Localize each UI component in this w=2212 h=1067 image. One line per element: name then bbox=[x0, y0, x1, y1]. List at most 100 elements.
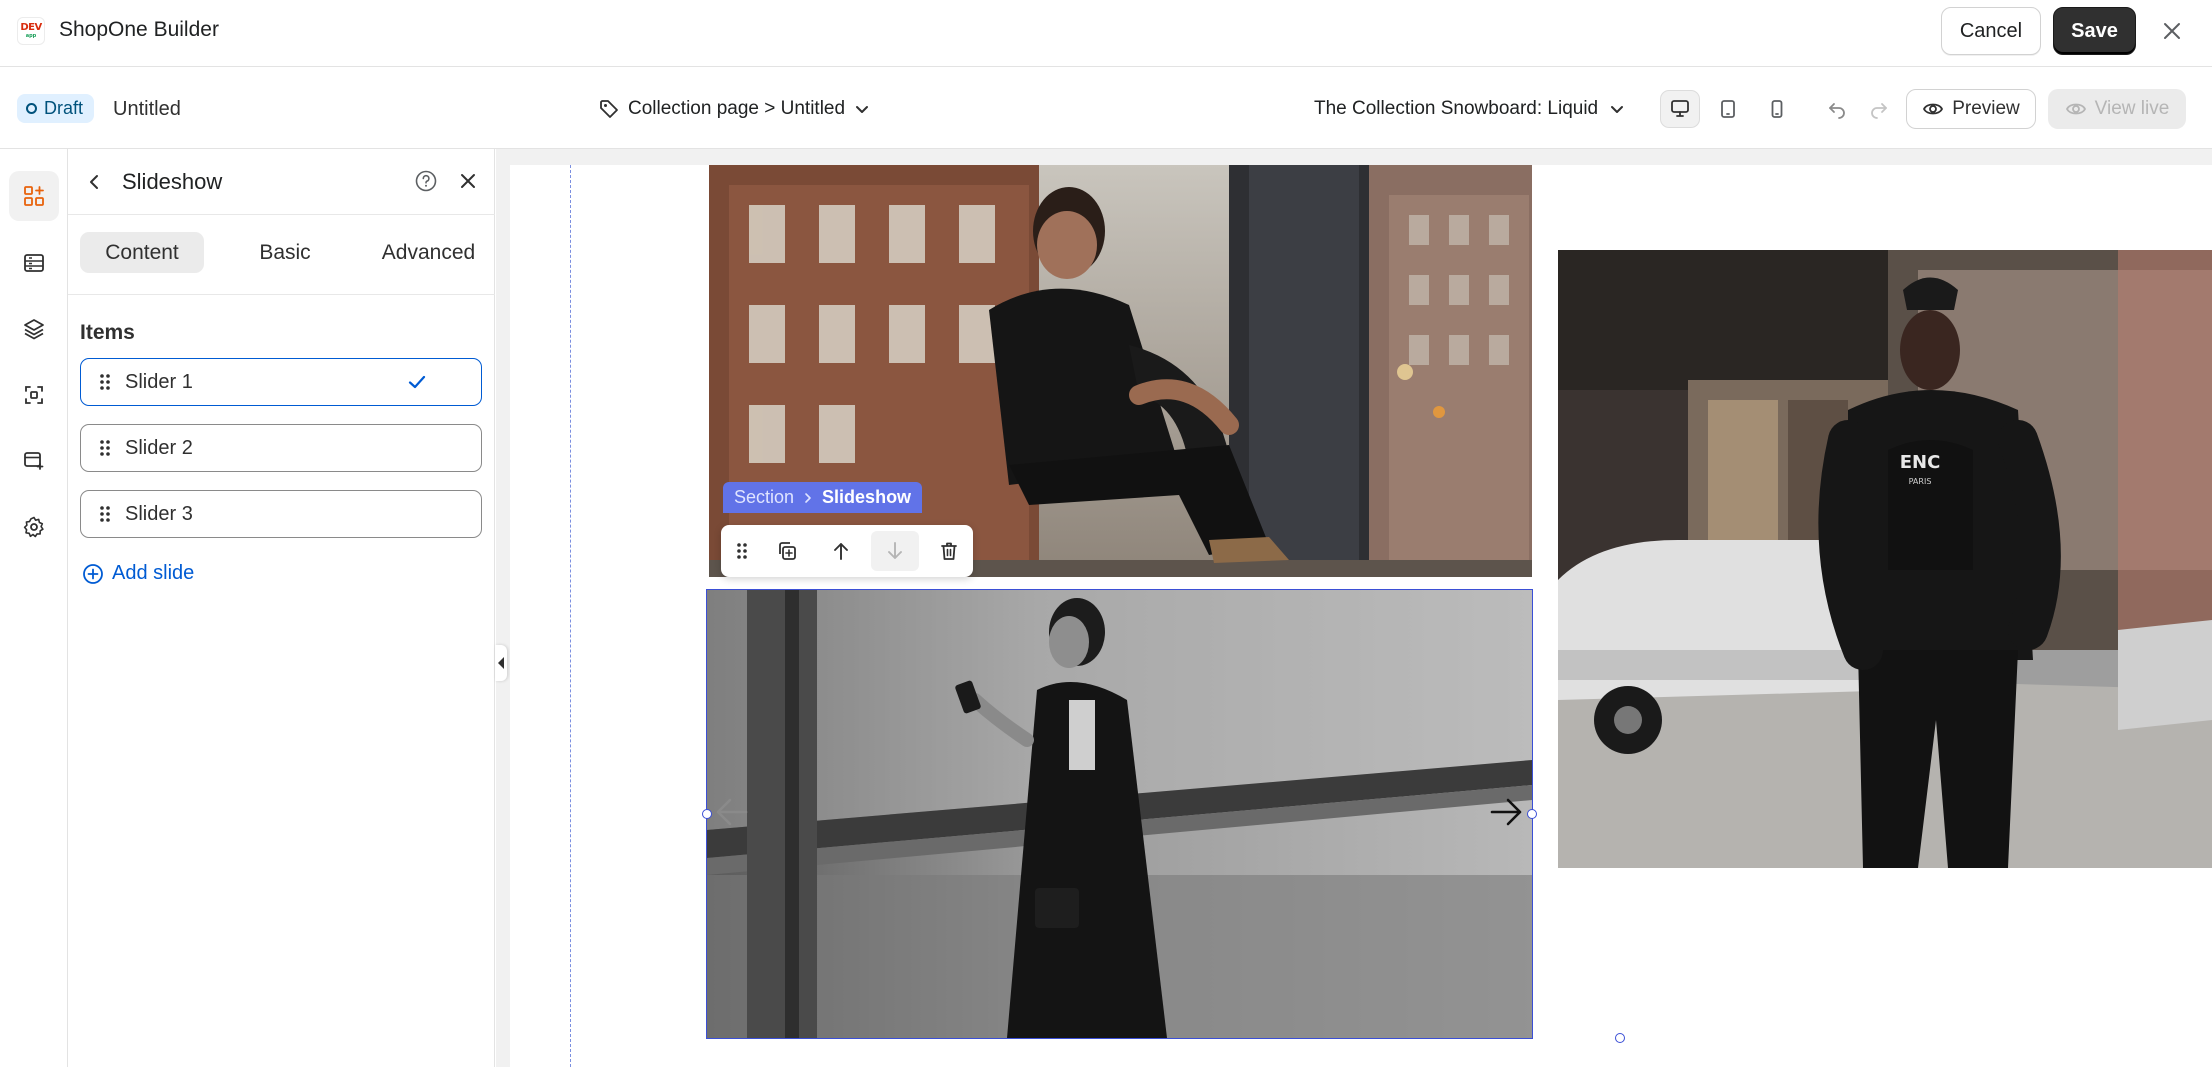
breadcrumb-parent[interactable]: Section bbox=[734, 487, 794, 508]
arrow-left-icon bbox=[714, 794, 750, 830]
undo-icon bbox=[1827, 99, 1847, 119]
add-circle-icon bbox=[82, 563, 104, 585]
arrow-right-icon bbox=[1488, 794, 1524, 830]
preview-canvas: ENC PARIS Section Slideshow bbox=[510, 165, 2212, 1067]
slide-item[interactable]: Slider 3 bbox=[80, 490, 482, 538]
close-icon[interactable] bbox=[2157, 16, 2187, 46]
slideshow-prev-button[interactable] bbox=[710, 790, 754, 834]
rail-add-section[interactable] bbox=[9, 171, 59, 221]
drag-handle-icon[interactable] bbox=[95, 505, 115, 523]
templates-icon bbox=[22, 449, 46, 473]
view-live-label: View live bbox=[2094, 98, 2170, 119]
theme-selector-dropdown[interactable]: The Collection Snowboard: Liquid bbox=[1314, 93, 1626, 125]
breadcrumb-current: Slideshow bbox=[822, 487, 912, 507]
mobile-view-button[interactable] bbox=[1757, 90, 1797, 128]
eye-icon bbox=[1922, 98, 1944, 120]
redo-icon bbox=[1869, 99, 1889, 119]
app-logo-subtext: app bbox=[25, 33, 37, 39]
tag-icon bbox=[598, 98, 620, 120]
undo-button[interactable] bbox=[1822, 94, 1852, 124]
checkmark-icon bbox=[405, 370, 429, 394]
collapse-panel-handle[interactable] bbox=[495, 645, 507, 681]
cancel-button[interactable]: Cancel bbox=[1941, 7, 2041, 55]
slide-image-1[interactable] bbox=[709, 165, 1532, 577]
slide-item[interactable]: Slider 2 bbox=[80, 424, 482, 472]
page-selector-dropdown[interactable]: Collection page > Untitled bbox=[598, 93, 871, 125]
chevron-down-icon bbox=[853, 100, 871, 118]
settings-gear-icon bbox=[22, 515, 46, 539]
block-toolbar bbox=[721, 525, 973, 577]
rail-sections[interactable] bbox=[9, 238, 59, 288]
panel-tabs: Content Basic Advanced bbox=[68, 215, 495, 295]
duplicate-block-button[interactable] bbox=[763, 531, 811, 571]
arrow-up-icon bbox=[830, 540, 852, 562]
drag-handle-icon[interactable] bbox=[95, 373, 115, 391]
move-down-button[interactable] bbox=[871, 531, 919, 571]
resize-handle-right[interactable] bbox=[1527, 809, 1537, 819]
chevron-right-icon bbox=[802, 492, 814, 504]
theme-selector-label: The Collection Snowboard: Liquid bbox=[1314, 98, 1599, 119]
page-selector-label: Collection page > Untitled bbox=[628, 98, 846, 119]
draft-status-icon bbox=[26, 103, 37, 114]
mobile-icon bbox=[1766, 98, 1788, 120]
tab-advanced[interactable]: Advanced bbox=[366, 232, 491, 273]
add-slide-label: Add slide bbox=[112, 562, 195, 584]
delete-block-button[interactable] bbox=[925, 531, 973, 571]
items-heading: Items bbox=[80, 321, 135, 344]
app-logo: DEV app bbox=[17, 17, 45, 45]
layout-guide-line bbox=[570, 165, 571, 1067]
tab-basic[interactable]: Basic bbox=[235, 232, 335, 273]
panel-title: Slideshow bbox=[122, 169, 223, 194]
add-slide-button[interactable]: Add slide bbox=[82, 562, 194, 585]
close-panel-icon[interactable] bbox=[454, 167, 482, 195]
panel-header: Slideshow bbox=[68, 149, 495, 215]
components-icon bbox=[22, 383, 46, 407]
slide-image-3[interactable]: ENC PARIS bbox=[1558, 250, 2212, 868]
slide-item[interactable]: Slider 1 bbox=[80, 358, 482, 406]
status-badge: Draft bbox=[17, 94, 95, 123]
preview-label: Preview bbox=[1952, 98, 2020, 119]
editor-toolbar: Draft Untitled Collection page > Untitle… bbox=[0, 67, 2212, 149]
tab-content[interactable]: Content bbox=[80, 232, 204, 273]
view-live-button[interactable]: View live bbox=[2048, 89, 2186, 129]
redo-button[interactable] bbox=[1864, 94, 1894, 124]
rail-components[interactable] bbox=[9, 370, 59, 420]
sections-icon bbox=[22, 251, 46, 275]
desktop-view-button[interactable] bbox=[1660, 90, 1700, 128]
slide-item-label: Slider 3 bbox=[125, 502, 193, 525]
add-section-icon bbox=[22, 184, 46, 208]
left-rail bbox=[0, 149, 68, 1067]
slide-item-label: Slider 1 bbox=[125, 370, 193, 393]
shirt-print-subtext: PARIS bbox=[1909, 477, 1932, 486]
back-icon[interactable] bbox=[82, 169, 108, 195]
move-up-button[interactable] bbox=[817, 531, 865, 571]
trash-icon bbox=[938, 540, 960, 562]
desktop-icon bbox=[1669, 98, 1691, 120]
layers-icon bbox=[22, 317, 46, 341]
rail-layers[interactable] bbox=[9, 304, 59, 354]
slide-image-2[interactable] bbox=[706, 589, 1533, 1039]
rail-templates[interactable] bbox=[9, 436, 59, 486]
top-bar: DEV app ShopOne Builder Cancel Save bbox=[0, 0, 2212, 67]
settings-panel: Slideshow Content Basic Advanced Items S… bbox=[68, 149, 495, 1067]
chevron-down-icon bbox=[1608, 100, 1626, 118]
slide-item-label: Slider 2 bbox=[125, 436, 193, 459]
drag-handle-icon bbox=[736, 542, 748, 560]
resize-handle-bottom[interactable] bbox=[1615, 1033, 1625, 1043]
eye-icon bbox=[2065, 98, 2087, 120]
drag-handle-icon[interactable] bbox=[95, 439, 115, 457]
page-title: Untitled bbox=[113, 98, 181, 120]
rail-settings[interactable] bbox=[9, 502, 59, 552]
tablet-view-button[interactable] bbox=[1708, 90, 1748, 128]
breadcrumb: Section Slideshow bbox=[723, 482, 923, 513]
help-icon[interactable] bbox=[412, 167, 440, 195]
status-badge-label: Draft bbox=[44, 98, 84, 118]
tablet-icon bbox=[1717, 98, 1739, 120]
drag-block-button[interactable] bbox=[727, 531, 757, 571]
preview-button[interactable]: Preview bbox=[1906, 89, 2036, 129]
app-logo-text: DEV bbox=[20, 22, 42, 33]
slideshow-next-button[interactable] bbox=[1484, 790, 1528, 834]
save-button[interactable]: Save bbox=[2053, 7, 2136, 55]
duplicate-icon bbox=[776, 540, 798, 562]
shirt-print-text: ENC bbox=[1900, 452, 1941, 473]
